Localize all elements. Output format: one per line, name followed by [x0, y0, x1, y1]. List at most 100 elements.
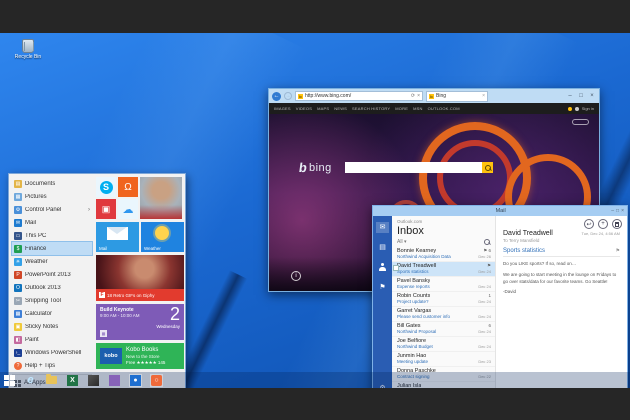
browser-tab[interactable]: b Bing × — [426, 91, 488, 102]
windows-logo-icon — [4, 375, 15, 386]
mail-list-item[interactable]: Pavel Bansky Expense reportsDec 24 — [392, 277, 495, 292]
tile-contact-photo[interactable] — [140, 177, 182, 219]
camera-icon: ▣ — [102, 204, 111, 215]
tile-onedrive[interactable]: ☁ — [118, 199, 138, 219]
maximize-button[interactable]: □ — [577, 93, 585, 99]
taskbar-help-tips[interactable]: ○ — [151, 375, 162, 386]
message-badge: 6 — [488, 323, 491, 328]
maximize-button[interactable]: □ — [616, 208, 619, 214]
nav-news[interactable]: NEWS — [334, 106, 347, 111]
people-icon[interactable] — [376, 262, 389, 273]
mail-list-item-selected[interactable]: David Treadwell⚑ Sports statisticsDec 24 — [392, 262, 495, 277]
item-label: Pictures — [25, 194, 47, 200]
start-menu-item-pictures[interactable]: ▦ Pictures — [12, 190, 92, 203]
nav-images[interactable]: IMAGES — [274, 106, 291, 111]
mail-list-item[interactable]: Robin Counts1 Project update?Dec 24 — [392, 292, 495, 307]
address-bar[interactable]: b http://www.bing.com/ ⟳ × — [295, 91, 423, 101]
taskbar-excel[interactable]: X — [67, 375, 78, 386]
start-menu-item-help-tips[interactable]: ? Help + Tips — [12, 359, 92, 372]
start-menu-item-outlook[interactable]: O Outlook 2013 — [12, 281, 92, 294]
sign-in-link[interactable]: Sign in — [582, 106, 594, 111]
powershell-icon: ›_ — [14, 349, 22, 357]
calendar-weekday: Wednesday — [156, 324, 180, 329]
nav-outlook[interactable]: OUTLOOK.COM — [428, 106, 460, 111]
nav-videos[interactable]: VIDEOS — [296, 106, 312, 111]
close-button[interactable]: × — [588, 93, 596, 99]
message-header: David Treadwell Tue, Dec 24, 4:56 AM — [503, 230, 620, 237]
mail-list-item[interactable]: Bill Gates6 Northwind ProposalDec 24 — [392, 322, 495, 337]
start-menu-item-powershell[interactable]: ›_ Windows PowerShell — [12, 346, 92, 359]
tile-weather[interactable]: Weather — [141, 222, 184, 252]
start-menu-item-weather[interactable]: ☀ Weather — [12, 255, 92, 268]
powerpoint-icon: P — [14, 271, 22, 279]
tab-close-icon[interactable]: × — [482, 93, 485, 99]
minimize-button[interactable]: – — [611, 208, 614, 214]
folder-title: Inbox — [397, 225, 490, 237]
search-icon[interactable] — [484, 239, 490, 245]
nav-more[interactable]: MORE — [395, 106, 408, 111]
start-menu-item-finance[interactable]: $ Finance — [12, 242, 92, 255]
start-menu-item-paint[interactable]: ◧ Paint — [12, 333, 92, 346]
taskbar-file-explorer[interactable] — [46, 375, 57, 386]
item-label: Finance — [25, 246, 46, 252]
refresh-icon[interactable]: ⟳ — [411, 93, 415, 99]
flag-icon[interactable]: ⚑ — [376, 282, 389, 293]
nav-search-history[interactable]: SEARCH HISTORY — [352, 106, 390, 111]
pictures-icon: ▦ — [14, 193, 22, 201]
inbox-icon[interactable]: ✉ — [376, 222, 389, 233]
start-menu-item-mail[interactable]: ✉ Mail — [12, 216, 92, 229]
start-menu-item-powerpoint[interactable]: P PowerPoint 2013 — [12, 268, 92, 281]
start-menu-item-sticky-notes[interactable]: ▣ Sticky Notes — [12, 320, 92, 333]
message-subject: Please send customer info — [397, 314, 450, 319]
mail-list-item[interactable]: Garret Vargas Please send customer infoD… — [392, 307, 495, 322]
nav-maps[interactable]: MAPS — [317, 106, 329, 111]
message-date: Dec 24 — [478, 344, 491, 349]
ie-titlebar: ← → b http://www.bing.com/ ⟳ × b Bing × … — [269, 89, 599, 103]
tile-mail[interactable]: Mail — [96, 222, 139, 252]
minimize-button[interactable]: – — [566, 93, 574, 99]
image-credit-pill[interactable] — [572, 119, 589, 125]
start-menu-item-documents[interactable]: ▤ Documents — [12, 177, 92, 190]
mail-list-item[interactable]: Junmin Hao Meeting updateDec 23 — [392, 352, 495, 367]
start-menu-item-control-panel[interactable]: ⚙ Control Panel › — [12, 203, 92, 216]
start-menu-item-this-pc[interactable]: ▭ This PC — [12, 229, 92, 242]
delete-button[interactable] — [612, 219, 622, 229]
taskbar-store-app[interactable] — [109, 375, 120, 386]
forward-button[interactable]: → — [284, 92, 292, 100]
tile-camera-app[interactable]: ▣ — [96, 199, 116, 219]
message-date: Dec 24 — [478, 314, 491, 319]
respond-button[interactable]: ↩ — [584, 219, 594, 229]
bing-search-button[interactable] — [482, 162, 493, 173]
tile-music-app[interactable]: Ω — [118, 177, 138, 197]
nav-msn[interactable]: MSN — [413, 106, 423, 111]
tile-calendar[interactable]: Build Keynote 9:00 AM - 10:00 AM 2 Wedne… — [96, 304, 184, 340]
start-button[interactable] — [4, 375, 15, 386]
start-menu-item-calculator[interactable]: ▦ Calculator — [12, 307, 92, 320]
photos-icon — [88, 375, 99, 386]
folders-icon[interactable]: ▤ — [376, 242, 389, 253]
kobo-title: Kobo Books — [126, 347, 165, 355]
stop-icon[interactable]: × — [417, 93, 420, 99]
tile-sports-news[interactable]: F 18 Retro GIFs on Giphy — [96, 255, 184, 301]
message-subject: Project update? — [397, 299, 429, 304]
bell-icon[interactable] — [568, 107, 572, 111]
tile-kobo-books[interactable]: kobo Kobo Books New to the Store Free ★★… — [96, 343, 184, 369]
taskbar-internet-explorer[interactable]: e — [25, 375, 36, 386]
tile-skype[interactable]: S — [96, 177, 116, 197]
filter-dropdown[interactable]: All ▾ — [397, 239, 406, 245]
message-date: Dec 23 — [478, 359, 491, 364]
flag-icon[interactable]: ⚑ — [616, 248, 620, 254]
mail-list-item[interactable]: Bonnie Kearney⚑ 6 Northwind Acquisition … — [392, 247, 495, 262]
mail-list-item[interactable]: Joe Belfiore Northwind BudgetDec 24 — [392, 337, 495, 352]
new-message-button[interactable]: + — [598, 219, 608, 229]
back-button[interactable]: ← — [272, 92, 281, 101]
close-button[interactable]: × — [621, 208, 624, 214]
recycle-bin-shortcut[interactable]: Recycle Bin — [8, 39, 48, 60]
info-circle-icon[interactable]: i — [291, 271, 301, 281]
taskbar-blue-app[interactable]: ● — [130, 375, 141, 386]
bing-search-input[interactable] — [345, 162, 482, 173]
item-label: Sticky Notes — [25, 324, 58, 330]
taskbar-photos[interactable] — [88, 375, 99, 386]
item-label: Paint — [25, 337, 39, 343]
start-menu-item-snipping-tool[interactable]: ✂ Snipping Tool — [12, 294, 92, 307]
